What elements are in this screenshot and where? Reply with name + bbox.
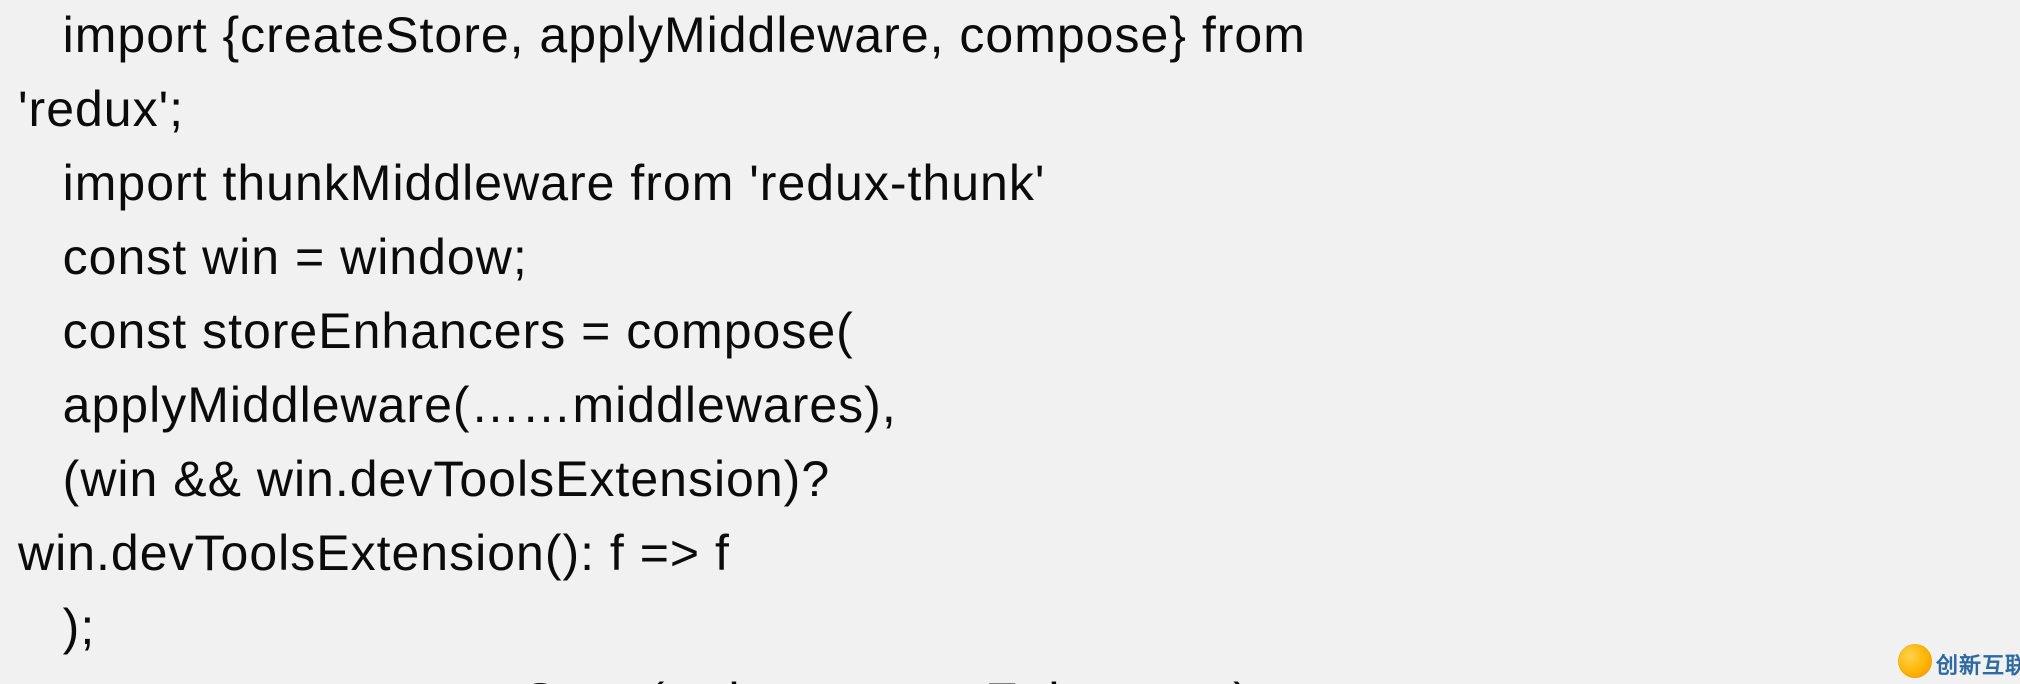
code-line: win.devToolsExtension(): f => f [18, 525, 730, 581]
code-line: ); [18, 599, 95, 655]
code-line: const storeEnhancers = compose( [18, 303, 854, 359]
watermark-logo-icon [1898, 644, 1932, 678]
code-line: const store = createStore(reducer, store… [18, 673, 1266, 684]
code-line: applyMiddleware(……middlewares), [18, 377, 897, 433]
code-line: (win && win.devToolsExtension)? [18, 451, 830, 507]
code-line: import thunkMiddleware from 'redux-thunk… [18, 155, 1045, 211]
code-line: 'redux'; [18, 81, 184, 137]
watermark-text: 创新互联 [1936, 648, 2020, 680]
code-block: import {createStore, applyMiddleware, co… [18, 0, 1306, 684]
watermark: 创新互联 [1890, 636, 2020, 684]
code-line: const win = window; [18, 229, 528, 285]
code-line: import {createStore, applyMiddleware, co… [18, 7, 1306, 63]
